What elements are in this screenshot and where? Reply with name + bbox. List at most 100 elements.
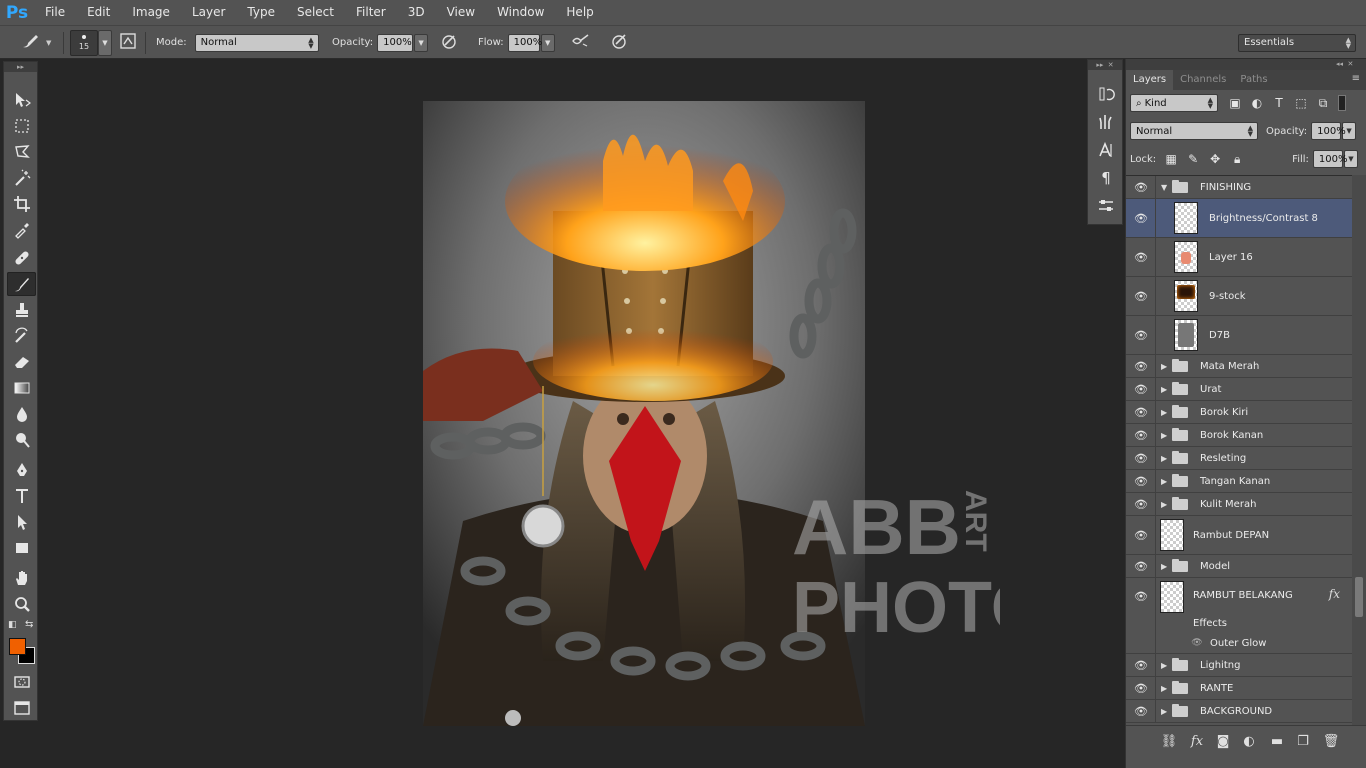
paragraph-panel-icon[interactable]: ¶	[1092, 166, 1120, 190]
eyedropper-tool-icon[interactable]	[7, 218, 36, 242]
expand-triangle-icon[interactable]: ▶	[1161, 431, 1167, 440]
menu-type[interactable]: Type	[236, 0, 286, 25]
menu-file[interactable]: File	[34, 0, 76, 25]
tab-channels[interactable]: Channels	[1173, 70, 1233, 90]
layer-group-background[interactable]: 👁︎ ▶ BACKGROUND	[1126, 700, 1352, 723]
layer-group-mata-merah[interactable]: 👁︎ ▶ Mata Merah	[1126, 355, 1352, 378]
brush-preset-dropdown-icon[interactable]: ▼	[46, 39, 51, 47]
add-style-fx-icon[interactable]: fx	[1188, 734, 1206, 749]
layer-group-urat[interactable]: 👁︎ ▶ Urat	[1126, 378, 1352, 401]
menu-edit[interactable]: Edit	[76, 0, 121, 25]
expand-triangle-icon[interactable]: ▶	[1161, 707, 1167, 716]
expand-triangle-icon[interactable]: ▶	[1161, 477, 1167, 486]
layer-9-stock[interactable]: 👁︎ 9-stock	[1126, 277, 1352, 316]
layer-brightness-contrast[interactable]: 👁︎ Brightness/Contrast 8	[1126, 199, 1352, 238]
lasso-tool-icon[interactable]	[7, 140, 36, 164]
workspace-switcher[interactable]: Essentials ▲ ▼	[1238, 33, 1356, 52]
layer-group-borok-kiri[interactable]: 👁︎ ▶ Borok Kiri	[1126, 401, 1352, 424]
filter-smart-object-icon[interactable]: ⧉	[1312, 96, 1334, 111]
pressure-opacity-icon[interactable]	[440, 32, 458, 54]
lock-transparent-icon[interactable]: ▦	[1160, 152, 1182, 166]
brush-preset-icon[interactable]	[20, 32, 42, 54]
scrollbar-thumb[interactable]	[1355, 577, 1363, 617]
tab-paths[interactable]: Paths	[1233, 70, 1274, 90]
eraser-tool-icon[interactable]	[7, 350, 36, 374]
swap-colors-icon[interactable]: ⇆	[25, 619, 33, 630]
airbrush-icon[interactable]	[570, 32, 590, 54]
filter-kind-select[interactable]: ⌕ Kind ▲ ▼	[1130, 94, 1218, 112]
layer-group-lighitng[interactable]: 👁︎ ▶ Lighitng	[1126, 654, 1352, 677]
opacity-dropdown[interactable]: ▼	[414, 33, 429, 52]
zoom-tool-icon[interactable]	[7, 592, 36, 616]
blur-tool-icon[interactable]	[7, 402, 36, 426]
foreground-color-swatch[interactable]	[9, 638, 26, 655]
clone-stamp-tool-icon[interactable]	[7, 298, 36, 322]
eye-icon[interactable]: 👁︎	[1134, 181, 1148, 194]
eye-icon[interactable]: 👁︎	[1134, 560, 1148, 573]
layer-effects-fx-icon[interactable]: fx	[1329, 587, 1340, 601]
layer-16[interactable]: 👁︎ Layer 16	[1126, 238, 1352, 277]
expand-triangle-icon[interactable]: ▶	[1161, 500, 1167, 509]
eye-icon[interactable]: 👁︎	[1134, 290, 1148, 303]
expand-triangle-icon[interactable]: ▶	[1161, 362, 1167, 371]
default-colors-icon[interactable]: ◧	[8, 620, 17, 630]
new-group-icon[interactable]: ▬	[1268, 734, 1286, 749]
outer-glow-effect[interactable]: Outer Glow	[1210, 638, 1266, 649]
expand-triangle-icon[interactable]: ▶	[1161, 684, 1167, 693]
move-tool-icon[interactable]	[7, 88, 36, 112]
expand-triangle-icon[interactable]: ▶	[1161, 661, 1167, 670]
healing-brush-tool-icon[interactable]	[7, 246, 36, 270]
layer-group-resleting[interactable]: 👁︎ ▶ Resleting	[1126, 447, 1352, 470]
character-panel-icon[interactable]	[1092, 138, 1120, 162]
opacity-input[interactable]: 100%	[377, 33, 414, 52]
layer-group-borok-kanan[interactable]: 👁︎ ▶ Borok Kanan	[1126, 424, 1352, 447]
rectangle-tool-icon[interactable]	[7, 536, 36, 560]
panel-grip[interactable]: ▸▸ ✕	[1088, 60, 1122, 70]
lock-position-icon[interactable]: ✥	[1204, 152, 1226, 166]
lock-image-icon[interactable]: ✎	[1182, 152, 1204, 166]
filter-pixel-icon[interactable]: ▣	[1224, 96, 1246, 110]
eye-icon[interactable]: 👁︎	[1134, 383, 1148, 396]
eye-icon[interactable]: 👁︎	[1134, 529, 1148, 542]
expand-triangle-icon[interactable]: ▶	[1161, 408, 1167, 417]
expand-triangle-icon[interactable]: ▶	[1161, 454, 1167, 463]
pen-tool-icon[interactable]	[7, 458, 36, 482]
panel-menu-icon[interactable]: ≡	[1352, 73, 1360, 84]
filter-type-icon[interactable]: T	[1268, 96, 1290, 110]
eye-icon[interactable]: 👁︎	[1134, 406, 1148, 419]
menu-filter[interactable]: Filter	[345, 0, 397, 25]
gradient-tool-icon[interactable]	[7, 376, 36, 400]
eye-icon[interactable]: 👁︎	[1134, 251, 1148, 264]
layer-group-kulit-merah[interactable]: 👁︎ ▶ Kulit Merah	[1126, 493, 1352, 516]
eye-icon[interactable]: 👁︎	[1134, 498, 1148, 511]
filter-toggle[interactable]	[1338, 95, 1346, 111]
eye-icon[interactable]: 👁︎	[1134, 429, 1148, 442]
filter-shape-icon[interactable]: ⬚	[1290, 96, 1312, 110]
menu-window[interactable]: Window	[486, 0, 555, 25]
menu-3d[interactable]: 3D	[397, 0, 436, 25]
layer-rambut-belakang[interactable]: 👁︎ RAMBUT BELAKANG fx Effects 👁︎ Outer G…	[1126, 578, 1352, 654]
eye-icon[interactable]: 👁︎	[1134, 590, 1148, 603]
collapse-triangle-icon[interactable]: ▼	[1161, 183, 1167, 192]
adjustment-layer-icon[interactable]: ◐	[1240, 734, 1258, 749]
history-brush-tool-icon[interactable]	[7, 324, 36, 348]
magic-wand-tool-icon[interactable]	[7, 166, 36, 190]
brush-size-dropdown[interactable]: ▼	[98, 29, 112, 56]
mode-select[interactable]: Normal ▲ ▼	[194, 33, 319, 52]
history-panel-icon[interactable]	[1092, 82, 1120, 106]
layer-group-model[interactable]: 👁︎ ▶ Model	[1126, 555, 1352, 578]
brush-tool-icon[interactable]	[7, 272, 36, 296]
screen-mode-icon[interactable]	[7, 696, 36, 720]
crop-tool-icon[interactable]	[7, 192, 36, 216]
dodge-tool-icon[interactable]	[7, 428, 36, 452]
blend-mode-select[interactable]: Normal ▲ ▼	[1130, 122, 1258, 140]
new-layer-icon[interactable]: ❐	[1294, 734, 1312, 749]
menu-image[interactable]: Image	[121, 0, 181, 25]
trash-icon[interactable]: 🗑︎	[1322, 734, 1340, 749]
quick-mask-icon[interactable]	[7, 670, 36, 694]
menu-layer[interactable]: Layer	[181, 0, 236, 25]
brush-size-picker[interactable]: 15	[70, 29, 98, 56]
properties-panel-icon[interactable]	[1092, 194, 1120, 218]
filter-adjustment-icon[interactable]: ◐	[1246, 96, 1268, 110]
marquee-tool-icon[interactable]	[7, 114, 36, 138]
